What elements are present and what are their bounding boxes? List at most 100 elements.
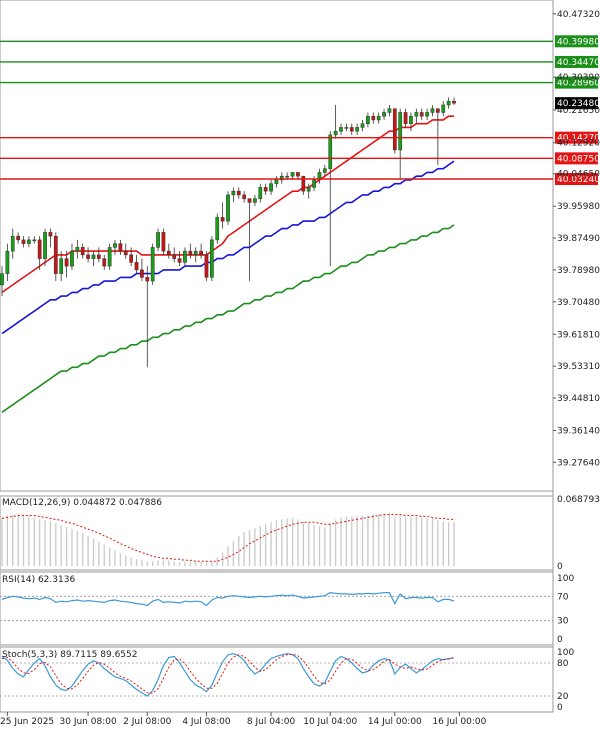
- rsi-label: RSI(14) 62.3136: [2, 575, 75, 585]
- candle-body: [123, 250, 128, 256]
- candle-body: [48, 232, 53, 237]
- price-tick-label: 40.47320: [557, 10, 600, 20]
- candle: [107, 243, 112, 270]
- candle-body: [349, 127, 354, 132]
- chart-svg: 40.3998040.3447040.2896040.1427040.08750…: [0, 0, 600, 727]
- candle-body: [172, 254, 177, 259]
- stoch-tick-label: 20: [557, 692, 569, 702]
- candle: [226, 191, 230, 225]
- candle-body: [371, 115, 376, 121]
- price-tick-label: 39.36140: [557, 427, 600, 437]
- candle-body: [96, 254, 101, 259]
- candle-body: [419, 112, 424, 117]
- rsi-pane: [0, 571, 554, 646]
- candle-body: [253, 198, 257, 203]
- price-tick-label: 39.61810: [557, 330, 600, 340]
- candle-body: [59, 258, 64, 274]
- level-tag-label: 40.08750: [557, 154, 600, 164]
- candle-body: [403, 112, 408, 124]
- level-tag-label: 40.34470: [557, 58, 600, 68]
- rsi-tick-label: 0: [557, 635, 563, 645]
- candle-body: [392, 108, 397, 151]
- candle-body: [441, 104, 446, 113]
- candle-body: [290, 172, 295, 177]
- macd-label: MACD(12,26,9) 0.044872 0.047886: [2, 498, 162, 508]
- candle-body: [355, 127, 360, 132]
- candle-body: [312, 179, 316, 188]
- candle-body: [183, 250, 187, 263]
- candle-body: [204, 254, 209, 278]
- candle-body: [398, 112, 403, 151]
- rsi-tick-label: 70: [557, 592, 569, 602]
- candle-body: [75, 247, 80, 252]
- price-tick-label: 39.87490: [557, 234, 600, 244]
- candle-body: [409, 115, 413, 124]
- price-tick-label: 40.30390: [557, 73, 600, 83]
- candle-body: [0, 273, 4, 286]
- candle: [204, 251, 209, 282]
- candle-body: [27, 239, 31, 244]
- candle-body: [43, 232, 47, 259]
- candle: [150, 243, 155, 285]
- candle: [209, 236, 214, 282]
- x-tick-label: 16 Jul 00:00: [432, 717, 486, 727]
- candle-body: [344, 127, 349, 129]
- stoch-tick-label: 100: [557, 648, 574, 658]
- candle-body: [145, 277, 150, 282]
- candle-body: [64, 258, 69, 267]
- candle-body: [306, 187, 311, 192]
- price-tick-label: 39.95980: [557, 202, 600, 212]
- stoch-tick-label: 80: [557, 659, 569, 669]
- x-tick-label: 2 Jul 08:00: [123, 717, 172, 727]
- level-tag-label: 40.39980: [557, 37, 600, 47]
- candle-body: [215, 217, 220, 241]
- candle-body: [231, 190, 236, 196]
- candle-body: [166, 250, 171, 256]
- x-tick-label: 25 Jun 2025: [0, 717, 54, 727]
- candle-body: [258, 187, 263, 199]
- rsi-tick-label: 100: [557, 574, 574, 584]
- candle-body: [21, 239, 26, 244]
- candle-body: [193, 250, 198, 256]
- candle: [215, 213, 220, 244]
- candle-body: [102, 258, 107, 267]
- candle-body: [134, 262, 139, 271]
- price-tick-label: 40.12920: [557, 139, 600, 149]
- candle-body: [296, 172, 300, 177]
- candle-body: [376, 115, 381, 121]
- candle-body: [247, 198, 252, 203]
- macd-tick-label: 0.068793: [557, 495, 600, 505]
- candle-body: [220, 217, 225, 222]
- candle-body: [414, 112, 419, 117]
- candle-body: [339, 127, 343, 132]
- price-tick-label: 39.44810: [557, 394, 600, 404]
- candle-body: [118, 243, 123, 252]
- candle-body: [387, 108, 392, 113]
- candle-body: [328, 134, 333, 169]
- candle-body: [435, 108, 440, 113]
- candle-body: [382, 112, 386, 117]
- candle-body: [263, 187, 268, 192]
- candle-body: [107, 247, 112, 267]
- trading-chart: 40.39980 40.34470 40.28960 40.14270 40.08750…: [0, 0, 600, 727]
- x-tick-label: 30 Jun 08:00: [60, 717, 117, 727]
- x-tick-label: 4 Jul 08:00: [182, 717, 231, 727]
- candle-body: [32, 239, 37, 242]
- candle-body: [322, 168, 327, 173]
- price-tick-label: 40.21650: [557, 106, 600, 116]
- price-tick-label: 39.53310: [557, 362, 600, 372]
- candle-body: [446, 100, 451, 106]
- x-tick-label: 14 Jul 00:00: [368, 717, 422, 727]
- candle-body: [70, 250, 74, 267]
- candle-body: [285, 175, 290, 178]
- candle: [161, 228, 166, 255]
- candle-body: [199, 250, 203, 256]
- stoch-tick-label: 0: [557, 703, 563, 713]
- price-tick-label: 39.27640: [557, 458, 600, 468]
- candle-body: [129, 254, 134, 263]
- candle-body: [188, 250, 193, 256]
- candle-body: [37, 239, 42, 259]
- candle-body: [161, 232, 166, 252]
- candle-body: [16, 235, 21, 241]
- candle-body: [10, 235, 15, 252]
